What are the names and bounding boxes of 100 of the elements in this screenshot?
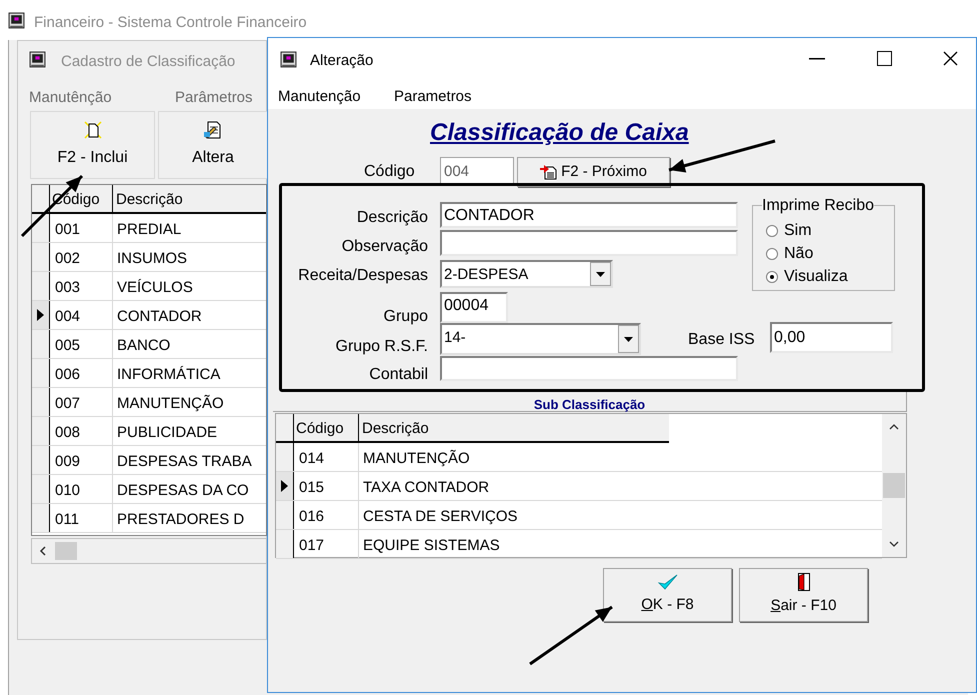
next-button[interactable]: F2 - Próximo bbox=[517, 157, 670, 187]
table-cell-text: VEÍCULOS bbox=[116, 278, 194, 298]
table-cell: 002 bbox=[50, 243, 113, 271]
table-cell-text: INSUMOS bbox=[116, 249, 188, 269]
table-cell: 015 bbox=[294, 472, 359, 500]
table-cell-text: PRESTADORES D bbox=[116, 510, 246, 530]
input-field[interactable] bbox=[440, 230, 738, 256]
app-icon bbox=[280, 51, 297, 68]
table-cell-text: PREDIAL bbox=[116, 220, 182, 240]
row-indicator[interactable] bbox=[32, 359, 50, 387]
field-label: Descrição bbox=[356, 208, 428, 228]
table-cell-text: EQUIPE SISTEMAS bbox=[362, 536, 501, 556]
row-indicator[interactable] bbox=[32, 388, 50, 416]
form-heading: Classificação de Caixa bbox=[430, 118, 689, 148]
table-cell: 010 bbox=[50, 475, 113, 503]
current-row-pointer[interactable] bbox=[276, 472, 294, 500]
table-cell-text: DESPESAS TRABA bbox=[116, 452, 253, 472]
table-cell: 008 bbox=[50, 417, 113, 445]
row-indicator[interactable] bbox=[276, 501, 294, 529]
field-label: Contabil bbox=[369, 365, 428, 385]
row-indicator bbox=[276, 414, 294, 443]
table-cell: 007 bbox=[50, 388, 113, 416]
row-indicator[interactable] bbox=[32, 214, 50, 242]
input-field[interactable]: 0,00 bbox=[770, 322, 893, 353]
exit-button[interactable]: Sair - F10 bbox=[739, 568, 868, 622]
field-label: Observação bbox=[342, 237, 428, 257]
table-cell-text: CESTA DE SERVIÇOS bbox=[362, 507, 518, 527]
table-cell: 005 bbox=[50, 330, 113, 358]
field-label: Receita/Despesas bbox=[298, 266, 428, 286]
radio-circle-icon[interactable] bbox=[766, 248, 778, 260]
radio-button[interactable]: Sim bbox=[766, 219, 812, 243]
field-label: Código bbox=[364, 163, 415, 181]
app-title: Financeiro - Sistema Controle Financeiro bbox=[34, 13, 307, 33]
current-row-pointer[interactable] bbox=[32, 301, 50, 329]
edit-document-icon bbox=[203, 120, 223, 140]
column-header[interactable]: Descrição bbox=[113, 185, 265, 212]
scrollbar-thumb[interactable] bbox=[55, 542, 77, 560]
field-label: Grupo bbox=[384, 307, 428, 327]
table-cell-text: CONTADOR bbox=[116, 307, 203, 327]
table-cell: 006 bbox=[50, 359, 113, 387]
dropdown[interactable]: 2-DESPESA bbox=[440, 260, 613, 288]
group-title: Imprime Recibo bbox=[762, 198, 874, 214]
next-record-icon bbox=[540, 164, 558, 180]
vertical-scrollbar[interactable] bbox=[882, 414, 906, 557]
menu-item[interactable]: Parâmetros bbox=[175, 87, 253, 110]
table-cell: 001 bbox=[50, 214, 113, 242]
row-indicator[interactable] bbox=[32, 330, 50, 358]
input-field[interactable] bbox=[440, 356, 738, 381]
radio-circle-icon[interactable] bbox=[766, 271, 778, 283]
table-cell-text: TAXA CONTADOR bbox=[362, 478, 490, 498]
field-label: Grupo R.S.F. bbox=[336, 337, 428, 357]
scroll-up-icon[interactable] bbox=[889, 424, 899, 430]
row-indicator[interactable] bbox=[32, 446, 50, 474]
row-indicator[interactable] bbox=[32, 272, 50, 300]
table-cell: 011 bbox=[50, 504, 113, 532]
dropdown-arrow-icon[interactable] bbox=[624, 336, 633, 342]
radio-button[interactable]: Não bbox=[766, 242, 814, 266]
table-cell: 017 bbox=[294, 530, 359, 558]
menu-item[interactable]: Manutenção bbox=[278, 86, 361, 108]
table-cell: 004 bbox=[50, 301, 113, 329]
row-indicator[interactable] bbox=[276, 530, 294, 558]
menu-item[interactable]: Parametros bbox=[394, 86, 472, 108]
table-cell: 014 bbox=[294, 443, 359, 471]
radio-circle-icon[interactable] bbox=[766, 225, 778, 237]
dropdown-arrow-icon[interactable] bbox=[596, 272, 605, 276]
section-header: Sub Classificação bbox=[273, 392, 907, 412]
table-cell-text: INFORMÁTICA bbox=[116, 365, 222, 385]
toolbar-button[interactable]: F2 - Inclui bbox=[30, 111, 155, 179]
menu-item[interactable]: Manutênção bbox=[29, 87, 112, 110]
new-document-icon bbox=[82, 120, 102, 140]
row-indicator[interactable] bbox=[32, 243, 50, 271]
horizontal-scrollbar[interactable] bbox=[31, 538, 267, 564]
input-field[interactable]: CONTADOR bbox=[440, 202, 738, 228]
minimize-icon[interactable] bbox=[809, 58, 825, 60]
table-cell: 016 bbox=[294, 501, 359, 529]
table-cell-text: MANUTENÇÃO bbox=[116, 394, 225, 414]
table-cell-text: DESPESAS DA CO bbox=[116, 481, 250, 501]
row-indicator[interactable] bbox=[32, 417, 50, 445]
maximize-icon[interactable] bbox=[877, 51, 892, 66]
field-label: Base ISS bbox=[688, 330, 755, 350]
table-cell-text: PUBLICIDADE bbox=[116, 423, 218, 443]
scrollbar-thumb[interactable] bbox=[883, 473, 905, 498]
input-field[interactable]: 00004 bbox=[440, 292, 508, 323]
dropdown[interactable]: 14- bbox=[440, 323, 641, 355]
row-indicator[interactable] bbox=[32, 504, 50, 532]
toolbar-button[interactable]: Altera bbox=[158, 111, 268, 179]
radio-button[interactable]: Visualiza bbox=[766, 265, 848, 289]
table-cell: 003 bbox=[50, 272, 113, 300]
table-cell: 009 bbox=[50, 446, 113, 474]
scroll-left-icon bbox=[39, 546, 47, 556]
row-indicator[interactable] bbox=[276, 443, 294, 471]
scroll-down-icon[interactable] bbox=[889, 541, 899, 547]
column-header[interactable]: Descrição bbox=[359, 414, 669, 443]
column-header[interactable]: Código bbox=[294, 414, 359, 443]
ok-button[interactable]: OK - F8 bbox=[603, 568, 732, 622]
close-icon[interactable] bbox=[943, 51, 958, 66]
window-title: Alteração bbox=[310, 51, 374, 71]
row-indicator[interactable] bbox=[32, 475, 50, 503]
code-field[interactable]: 004 bbox=[440, 157, 514, 186]
checkmark-icon bbox=[658, 574, 678, 590]
